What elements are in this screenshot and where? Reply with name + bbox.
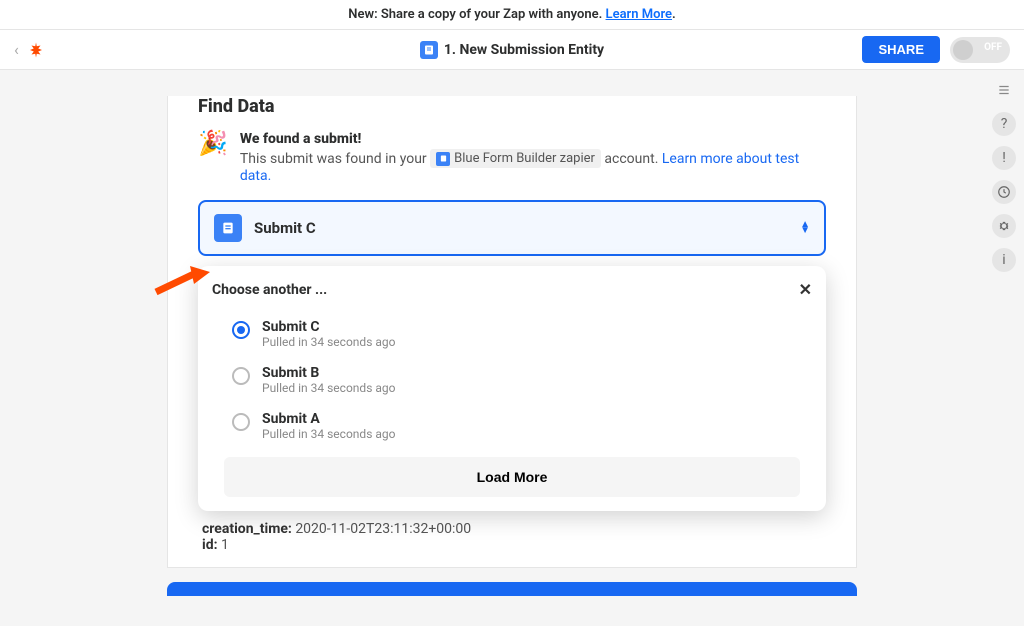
close-icon[interactable]: ✕: [799, 280, 812, 299]
rail-alert-icon[interactable]: !: [992, 146, 1016, 170]
section-heading: Find Data: [198, 96, 826, 117]
step-title: 1. New Submission Entity: [444, 42, 604, 58]
radio-icon: [232, 413, 250, 431]
promo-text: New: Share a copy of your Zap with anyon…: [348, 7, 605, 22]
load-more-button[interactable]: Load More: [224, 457, 800, 497]
sample-app-icon: [214, 214, 242, 242]
option-label: Submit B: [262, 365, 395, 381]
dropdown-heading: Choose another ...: [212, 282, 327, 298]
continue-bar[interactable]: [167, 582, 857, 596]
promo-period: .: [672, 7, 676, 22]
side-rail: ? ! i: [984, 70, 1024, 534]
radio-icon: [232, 321, 250, 339]
option-sub: Pulled in 34 seconds ago: [262, 381, 395, 395]
toggle-knob: [953, 40, 973, 60]
sample-dropdown: Choose another ... ✕ Submit C Pulled in …: [198, 266, 826, 511]
sample-preview: creation_time: 2020-11-02T23:11:32+00:00…: [198, 521, 826, 553]
promo-link[interactable]: Learn More: [606, 7, 672, 22]
rail-settings-icon[interactable]: [992, 214, 1016, 238]
zap-enable-toggle[interactable]: OFF: [950, 37, 1010, 63]
party-icon: 🎉: [198, 131, 228, 184]
trigger-app-icon: [420, 41, 438, 59]
rail-history-icon[interactable]: [992, 180, 1016, 204]
radio-icon: [232, 367, 250, 385]
chip-app-icon: [436, 152, 450, 166]
promo-banner: New: Share a copy of your Zap with anyon…: [0, 0, 1024, 30]
back-chevron-icon[interactable]: ‹: [14, 40, 19, 59]
sample-option[interactable]: Submit A Pulled in 34 seconds ago: [212, 403, 812, 449]
rail-info-icon[interactable]: i: [992, 248, 1016, 272]
sample-select[interactable]: Submit C ▲▼: [198, 200, 826, 256]
rail-lines-icon[interactable]: [992, 78, 1016, 102]
sort-arrows-icon: ▲▼: [800, 222, 810, 234]
sample-option[interactable]: Submit C Pulled in 34 seconds ago: [212, 311, 812, 357]
sample-option[interactable]: Submit B Pulled in 34 seconds ago: [212, 357, 812, 403]
account-chip: Blue Form Builder zapier: [430, 149, 601, 168]
rail-help-icon[interactable]: ?: [992, 112, 1016, 136]
editor-header: ‹ 1. New Submission Entity SHARE OFF: [0, 30, 1024, 70]
option-sub: Pulled in 34 seconds ago: [262, 427, 395, 441]
sample-select-label: Submit C: [254, 219, 316, 237]
found-title: We found a submit!: [240, 131, 826, 147]
trigger-card: Find Data 🎉 We found a submit! This subm…: [167, 96, 857, 568]
option-label: Submit C: [262, 319, 395, 335]
toggle-off-label: OFF: [984, 42, 1002, 53]
found-data-row: 🎉 We found a submit! This submit was fou…: [198, 131, 826, 184]
share-button[interactable]: SHARE: [862, 36, 940, 63]
found-subtext: This submit was found in your Blue Form …: [240, 151, 799, 184]
zapier-logo-icon: [27, 41, 45, 59]
option-sub: Pulled in 34 seconds ago: [262, 335, 395, 349]
option-label: Submit A: [262, 411, 395, 427]
